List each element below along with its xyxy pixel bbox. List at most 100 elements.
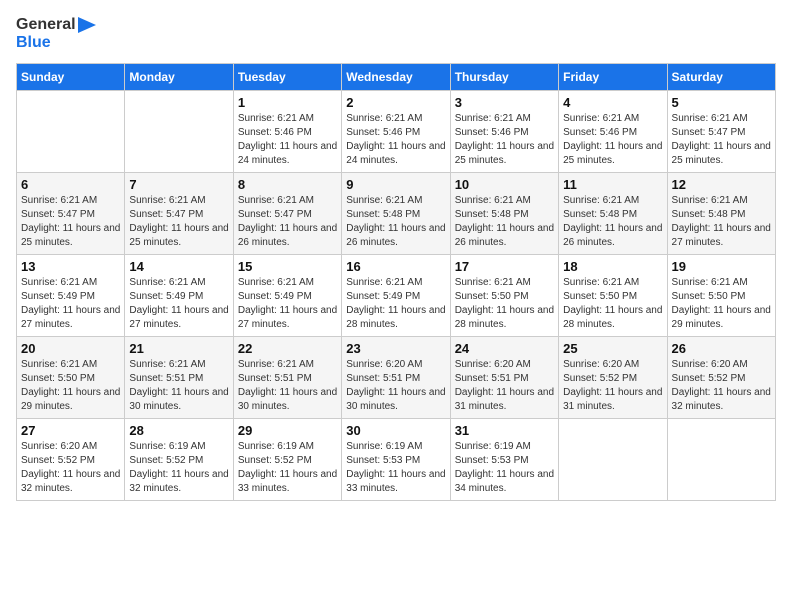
day-info: Sunrise: 6:21 AM Sunset: 5:46 PM Dayligh… — [238, 112, 337, 168]
day-info: Sunrise: 6:20 AM Sunset: 5:52 PM Dayligh… — [21, 440, 120, 496]
day-info: Sunrise: 6:19 AM Sunset: 5:52 PM Dayligh… — [238, 440, 337, 496]
calendar-cell: 23Sunrise: 6:20 AM Sunset: 5:51 PM Dayli… — [342, 337, 450, 419]
day-number: 19 — [672, 259, 771, 274]
day-number: 12 — [672, 177, 771, 192]
calendar-cell: 20Sunrise: 6:21 AM Sunset: 5:50 PM Dayli… — [17, 337, 125, 419]
day-number: 15 — [238, 259, 337, 274]
logo-arrow-icon — [78, 17, 96, 33]
calendar-week-row: 6 Sunrise: 6:21 AM Sunset: 5:47 PM Daylig… — [17, 173, 776, 255]
calendar-cell: 17Sunrise: 6:21 AM Sunset: 5:50 PM Dayli… — [450, 255, 558, 337]
day-number: 30 — [346, 423, 445, 438]
day-number: 17 — [455, 259, 554, 274]
day-info: Sunrise: 6:20 AM Sunset: 5:51 PM Dayligh… — [455, 358, 554, 414]
logo-general: General — [16, 16, 76, 34]
calendar-cell: 10 Sunrise: 6:21 AM Sunset: 5:48 PM Dayli… — [450, 173, 558, 255]
day-number: 9 — [346, 177, 445, 192]
day-number: 11 — [563, 177, 662, 192]
day-number: 2 — [346, 95, 445, 110]
day-info: Sunrise: 6:21 AM Sunset: 5:47 PM Dayligh… — [672, 112, 771, 168]
calendar-cell — [125, 91, 233, 173]
day-number: 29 — [238, 423, 337, 438]
day-number: 31 — [455, 423, 554, 438]
calendar-cell: 7 Sunrise: 6:21 AM Sunset: 5:47 PM Daylig… — [125, 173, 233, 255]
day-info: Sunrise: 6:20 AM Sunset: 5:51 PM Dayligh… — [346, 358, 445, 414]
calendar-cell — [17, 91, 125, 173]
day-of-week-header: Monday — [125, 64, 233, 91]
calendar-cell: 31 Sunrise: 6:19 AM Sunset: 5:53 PM Dayli… — [450, 419, 558, 501]
calendar-cell: 8Sunrise: 6:21 AM Sunset: 5:47 PM Daylig… — [233, 173, 341, 255]
calendar-cell: 26 Sunrise: 6:20 AM Sunset: 5:52 PM Dayli… — [667, 337, 775, 419]
page-header: General Blue — [16, 16, 776, 51]
logo-blue: Blue — [16, 34, 96, 52]
day-info: Sunrise: 6:21 AM Sunset: 5:48 PM Dayligh… — [672, 194, 771, 250]
day-number: 22 — [238, 341, 337, 356]
day-number: 18 — [563, 259, 662, 274]
day-info: Sunrise: 6:19 AM Sunset: 5:53 PM Dayligh… — [455, 440, 554, 496]
calendar-cell: 11 Sunrise: 6:21 AM Sunset: 5:48 PM Dayli… — [559, 173, 667, 255]
calendar-week-row: 20Sunrise: 6:21 AM Sunset: 5:50 PM Dayli… — [17, 337, 776, 419]
day-number: 27 — [21, 423, 120, 438]
day-of-week-header: Friday — [559, 64, 667, 91]
calendar-week-row: 1 Sunrise: 6:21 AM Sunset: 5:46 PM Daylig… — [17, 91, 776, 173]
day-of-week-header: Thursday — [450, 64, 558, 91]
day-of-week-header: Sunday — [17, 64, 125, 91]
calendar-week-row: 27 Sunrise: 6:20 AM Sunset: 5:52 PM Dayli… — [17, 419, 776, 501]
day-info: Sunrise: 6:21 AM Sunset: 5:48 PM Dayligh… — [455, 194, 554, 250]
calendar-cell: 16Sunrise: 6:21 AM Sunset: 5:49 PM Dayli… — [342, 255, 450, 337]
day-number: 10 — [455, 177, 554, 192]
day-number: 6 — [21, 177, 120, 192]
day-info: Sunrise: 6:21 AM Sunset: 5:46 PM Dayligh… — [563, 112, 662, 168]
calendar-week-row: 13 Sunrise: 6:21 AM Sunset: 5:49 PM Dayli… — [17, 255, 776, 337]
day-number: 3 — [455, 95, 554, 110]
day-info: Sunrise: 6:21 AM Sunset: 5:48 PM Dayligh… — [346, 194, 445, 250]
day-of-week-header: Saturday — [667, 64, 775, 91]
day-number: 4 — [563, 95, 662, 110]
calendar-cell: 2 Sunrise: 6:21 AM Sunset: 5:46 PM Daylig… — [342, 91, 450, 173]
day-info: Sunrise: 6:20 AM Sunset: 5:52 PM Dayligh… — [563, 358, 662, 414]
calendar-cell: 9 Sunrise: 6:21 AM Sunset: 5:48 PM Daylig… — [342, 173, 450, 255]
day-info: Sunrise: 6:21 AM Sunset: 5:47 PM Dayligh… — [129, 194, 228, 250]
calendar-cell: 13Sunrise: 6:21 AM Sunset: 5:49 PM Dayli… — [17, 255, 125, 337]
calendar-cell: 3 Sunrise: 6:21 AM Sunset: 5:46 PM Daylig… — [450, 91, 558, 173]
calendar-cell: 4 Sunrise: 6:21 AM Sunset: 5:46 PM Daylig… — [559, 91, 667, 173]
day-number: 1 — [238, 95, 337, 110]
day-info: Sunrise: 6:21 AM Sunset: 5:50 PM Dayligh… — [563, 276, 662, 332]
day-info: Sunrise: 6:21 AM Sunset: 5:49 PM Dayligh… — [129, 276, 228, 332]
day-of-week-header: Wednesday — [342, 64, 450, 91]
day-info: Sunrise: 6:21 AM Sunset: 5:51 PM Dayligh… — [238, 358, 337, 414]
logo: General Blue — [16, 16, 96, 51]
day-info: Sunrise: 6:21 AM Sunset: 5:47 PM Dayligh… — [21, 194, 120, 250]
day-info: Sunrise: 6:21 AM Sunset: 5:47 PM Dayligh… — [238, 194, 337, 250]
calendar-cell: 14 Sunrise: 6:21 AM Sunset: 5:49 PM Dayli… — [125, 255, 233, 337]
calendar-cell: 29 Sunrise: 6:19 AM Sunset: 5:52 PM Dayli… — [233, 419, 341, 501]
calendar-cell: 27 Sunrise: 6:20 AM Sunset: 5:52 PM Dayli… — [17, 419, 125, 501]
calendar-cell: 19Sunrise: 6:21 AM Sunset: 5:50 PM Dayli… — [667, 255, 775, 337]
day-info: Sunrise: 6:21 AM Sunset: 5:46 PM Dayligh… — [455, 112, 554, 168]
day-number: 16 — [346, 259, 445, 274]
day-info: Sunrise: 6:21 AM Sunset: 5:48 PM Dayligh… — [563, 194, 662, 250]
logo-text: General Blue — [16, 16, 96, 51]
day-info: Sunrise: 6:19 AM Sunset: 5:53 PM Dayligh… — [346, 440, 445, 496]
calendar-cell: 15 Sunrise: 6:21 AM Sunset: 5:49 PM Dayli… — [233, 255, 341, 337]
day-number: 26 — [672, 341, 771, 356]
day-info: Sunrise: 6:20 AM Sunset: 5:52 PM Dayligh… — [672, 358, 771, 414]
day-number: 13 — [21, 259, 120, 274]
calendar-cell: 25 Sunrise: 6:20 AM Sunset: 5:52 PM Dayli… — [559, 337, 667, 419]
calendar-cell: 21Sunrise: 6:21 AM Sunset: 5:51 PM Dayli… — [125, 337, 233, 419]
day-number: 7 — [129, 177, 228, 192]
calendar-cell: 6 Sunrise: 6:21 AM Sunset: 5:47 PM Daylig… — [17, 173, 125, 255]
day-number: 5 — [672, 95, 771, 110]
calendar-cell: 24Sunrise: 6:20 AM Sunset: 5:51 PM Dayli… — [450, 337, 558, 419]
day-number: 28 — [129, 423, 228, 438]
day-info: Sunrise: 6:21 AM Sunset: 5:49 PM Dayligh… — [238, 276, 337, 332]
day-info: Sunrise: 6:21 AM Sunset: 5:51 PM Dayligh… — [129, 358, 228, 414]
calendar-cell: 22 Sunrise: 6:21 AM Sunset: 5:51 PM Dayli… — [233, 337, 341, 419]
day-number: 25 — [563, 341, 662, 356]
calendar-cell: 5 Sunrise: 6:21 AM Sunset: 5:47 PM Daylig… — [667, 91, 775, 173]
day-info: Sunrise: 6:21 AM Sunset: 5:46 PM Dayligh… — [346, 112, 445, 168]
day-number: 20 — [21, 341, 120, 356]
calendar-table: SundayMondayTuesdayWednesdayThursdayFrid… — [16, 63, 776, 501]
calendar-cell — [667, 419, 775, 501]
calendar-cell — [559, 419, 667, 501]
day-number: 14 — [129, 259, 228, 274]
